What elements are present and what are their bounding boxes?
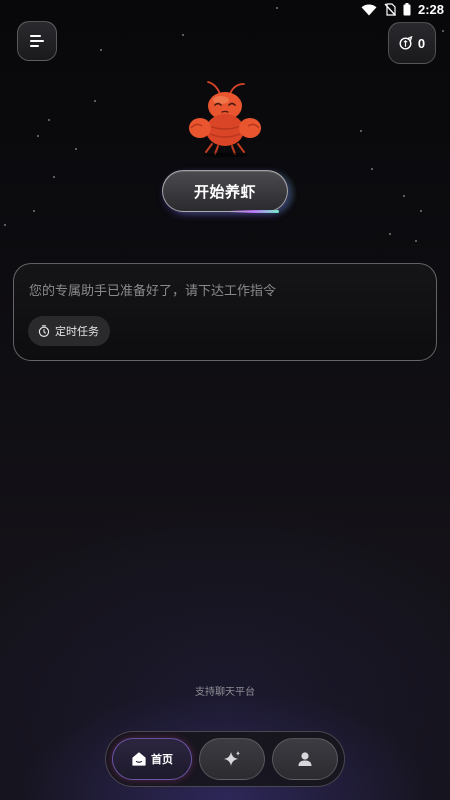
- home-icon: [132, 752, 146, 766]
- background-star: [94, 100, 96, 102]
- background-star: [442, 30, 444, 32]
- status-bar: 2:28: [0, 0, 450, 20]
- background-star: [4, 224, 6, 226]
- sparkle-icon: [224, 751, 240, 766]
- tab-ai[interactable]: [199, 738, 265, 780]
- prompt-input-card[interactable]: 您的专属助手已准备好了，请下达工作指令 定时任务: [13, 263, 437, 361]
- background-star: [53, 176, 55, 178]
- background-star: [403, 195, 405, 197]
- supported-platforms-link[interactable]: 支持聊天平台: [0, 683, 450, 698]
- tab-home[interactable]: 首页: [112, 738, 192, 780]
- coin-icon: [399, 36, 413, 50]
- battery-icon: [403, 3, 411, 16]
- background-star: [33, 210, 35, 212]
- button-glow: [229, 210, 279, 213]
- background-star: [389, 233, 391, 235]
- prompt-input-placeholder[interactable]: 您的专属助手已准备好了，请下达工作指令: [29, 280, 276, 299]
- tab-home-label: 首页: [151, 753, 173, 766]
- tab-profile[interactable]: [272, 738, 338, 780]
- background-star: [48, 119, 50, 121]
- background-star: [100, 49, 102, 51]
- wifi-icon: [361, 4, 377, 15]
- menu-button[interactable]: [17, 21, 57, 61]
- start-raising-button[interactable]: 开始养虾: [162, 170, 288, 213]
- coin-count: 0: [417, 35, 426, 51]
- background-star: [371, 168, 373, 170]
- background-star: [75, 148, 77, 150]
- status-icons: 2:28: [361, 2, 444, 17]
- background-star: [415, 240, 417, 242]
- status-time: 2:28: [417, 2, 444, 17]
- background-star: [182, 34, 184, 36]
- no-sim-icon: [384, 3, 396, 16]
- background-star: [37, 135, 39, 137]
- home-screen: 2:28 0 开始养虾 您的专属助手已准备好了，请下达工作指令 定时任务 支持聊…: [0, 0, 450, 800]
- scheduled-task-label: 定时任务: [55, 325, 99, 338]
- scheduled-task-chip[interactable]: 定时任务: [28, 316, 110, 346]
- bottom-tab-bar: 首页: [105, 731, 345, 787]
- background-star: [420, 210, 422, 212]
- user-icon: [298, 752, 312, 766]
- start-raising-label: 开始养虾: [193, 182, 256, 201]
- menu-icon: [30, 35, 44, 47]
- timer-icon: [38, 325, 50, 337]
- lobster-mascot-image: [189, 81, 261, 158]
- background-star: [360, 130, 362, 132]
- coin-balance-button[interactable]: 0: [388, 22, 436, 64]
